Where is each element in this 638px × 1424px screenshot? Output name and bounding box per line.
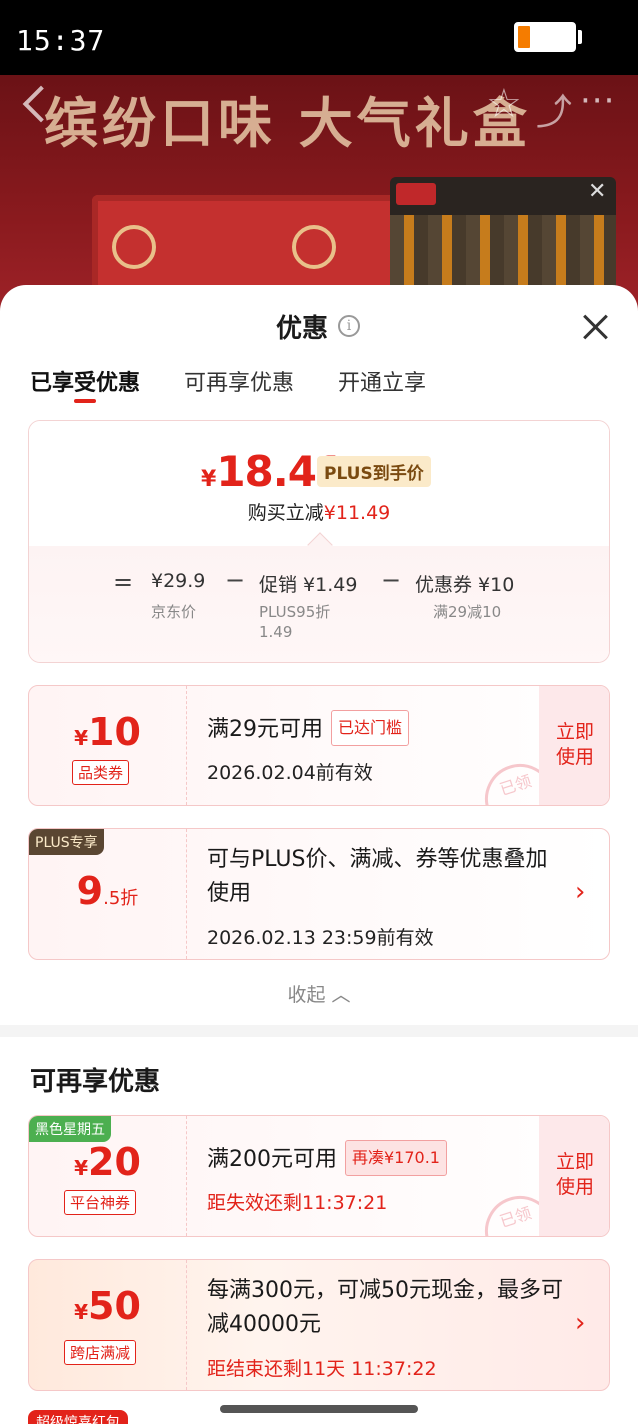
use-now-label: 立即使用: [555, 1151, 594, 1198]
offer-description: 每满300元，可减50元现金，最多可减40000元: [207, 1278, 563, 1337]
black-friday-tag: 黑色星期五: [29, 1116, 111, 1142]
tab-activate[interactable]: 开通立享: [338, 365, 426, 405]
price-currency: ¥: [201, 467, 217, 492]
threshold-tag: 已达门槛: [331, 710, 410, 746]
info-icon[interactable]: i: [338, 315, 361, 337]
brand-logo: [396, 183, 436, 205]
coupon-validity: 2026.02.04前有效: [207, 762, 373, 784]
tab-bar: 已享受优惠 可再享优惠 开通立享: [30, 365, 426, 405]
plus-price-tag: PLUS到手价: [317, 456, 431, 487]
collapse-label: 收起: [287, 984, 326, 1006]
offer-amount: ¥50: [74, 1284, 141, 1328]
tab-more-available[interactable]: 可再享优惠: [184, 365, 294, 405]
minus-sign: −: [225, 566, 246, 594]
battery-icon: [514, 22, 576, 52]
price-summary-card: ¥ 18.41 PLUS到手价 购买立减¥11.49 = ¥29.9 京东价 −…: [28, 420, 610, 663]
save-label: 购买立减: [247, 502, 324, 524]
coupon-type-tag: 品类券: [72, 760, 130, 785]
save-amount: ¥11.49: [323, 502, 391, 524]
banner-text: 缤纷口味 大气礼盒: [44, 91, 531, 155]
promo-sub-amount: 1.49: [259, 623, 293, 641]
minus-sign-2: −: [381, 566, 402, 594]
promo-sub: PLUS95折: [259, 603, 331, 621]
jd-price: ¥29.9: [151, 570, 206, 592]
more-offers-title: 可再享优惠: [30, 1067, 161, 1097]
home-indicator[interactable]: [220, 1405, 418, 1413]
super-red-packet-tag: 超级惊喜红包: [28, 1410, 128, 1424]
coupon-condition: 满29元可用 已达门槛: [207, 710, 410, 747]
status-time: 15:37: [16, 24, 106, 57]
equals-sign: =: [113, 568, 134, 596]
sheet-title: 优惠: [276, 313, 329, 344]
jd-price-label: 京东价: [151, 603, 197, 621]
chevron-right-icon[interactable]: ›: [575, 1308, 585, 1338]
battery-tip: [578, 30, 582, 44]
cross-store-offer-card[interactable]: ¥50 跨店满减 每满300元，可减50元现金，最多可减40000元 距结束还剩…: [28, 1259, 610, 1391]
coupon-amount: ¥10: [74, 710, 141, 754]
promo-value: 促销 ¥1.49: [259, 574, 358, 596]
offer-countdown: 距结束还剩11天 11:37:22: [207, 1358, 437, 1380]
close-icon[interactable]: [578, 309, 614, 345]
coupon-condition: 满200元可用 再凑¥170.1: [207, 1140, 447, 1177]
coupon-value: 优惠券 ¥10: [415, 574, 515, 596]
chevron-up-icon: ︿: [331, 984, 351, 1006]
plus-exclusive-tag: PLUS专享: [29, 829, 104, 855]
coupon-countdown: 距失效还剩11:37:21: [207, 1192, 388, 1214]
collapse-button[interactable]: 收起 ︿: [0, 980, 638, 1007]
section-divider: [0, 1025, 638, 1037]
save-line: 购买立减¥11.49: [29, 498, 609, 525]
discount-amount: 9.5折: [76, 869, 139, 913]
coupon-type-tag: 平台神券: [64, 1190, 137, 1215]
plus-discount-card[interactable]: PLUS专享 9.5折 可与PLUS价、满减、券等优惠叠加使用 2026.02.…: [28, 828, 610, 960]
star-icon[interactable]: ☆: [486, 81, 522, 127]
tab-enjoyed[interactable]: 已享受优惠: [30, 365, 140, 405]
chevron-right-icon[interactable]: ›: [575, 877, 585, 907]
share-icon[interactable]: ⤴: [536, 83, 572, 135]
more-icon[interactable]: ···: [580, 81, 615, 121]
discount-sheet: 优惠 i 已享受优惠 可再享优惠 开通立享 ¥ 18.41 PLUS到手价 购买…: [0, 285, 638, 1424]
offer-type-tag: 跨店满减: [64, 1340, 137, 1365]
status-bar: 15:37: [0, 0, 638, 75]
price-formula: = ¥29.9 京东价 − 促销 ¥1.49 PLUS95折 1.49 − 优惠…: [29, 566, 609, 648]
sheet-header: 优惠 i: [276, 309, 361, 344]
discount-validity: 2026.02.13 23:59前有效: [207, 927, 434, 949]
video-close-icon[interactable]: ✕: [588, 179, 606, 204]
use-now-button[interactable]: 立即使用: [539, 686, 609, 805]
coupon-card[interactable]: ¥10 品类券 满29元可用 已达门槛 2026.02.04前有效 已领 立即使用: [28, 685, 610, 806]
discount-description: 可与PLUS价、满减、券等优惠叠加使用: [207, 847, 548, 906]
top-up-tag: 再凑¥170.1: [345, 1140, 447, 1176]
coupon-card[interactable]: 黑色星期五 ¥20 平台神券 满200元可用 再凑¥170.1 距失效还剩11:3…: [28, 1115, 610, 1237]
coupon-sub: 满29减10: [433, 603, 502, 621]
use-now-label: 立即使用: [555, 721, 594, 768]
use-now-button[interactable]: 立即使用: [539, 1116, 609, 1236]
coupon-amount: ¥20: [74, 1140, 141, 1184]
